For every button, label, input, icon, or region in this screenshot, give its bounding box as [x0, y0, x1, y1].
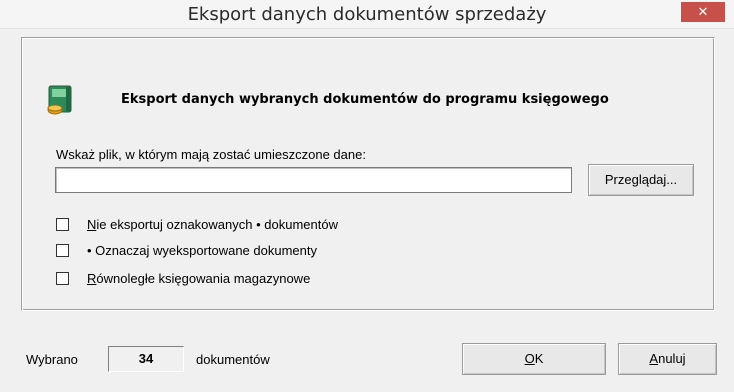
browse-button[interactable]: Przeglądaj...: [588, 164, 694, 196]
export-binder-icon: [47, 85, 72, 115]
checkbox-skip-marked[interactable]: [56, 218, 69, 231]
selected-count-value: 34: [108, 346, 184, 372]
selected-count-suffix: dokumentów: [196, 352, 270, 367]
title-bar: Eksport danych dokumentów sprzedaży ✕: [0, 0, 734, 29]
dialog-heading: Eksport danych wybranych dokumentów do p…: [121, 92, 609, 107]
file-path-label: Wskaż plik, w którym mają zostać umieszc…: [56, 147, 366, 162]
checkbox-parallel-warehouse[interactable]: [56, 272, 69, 285]
option-parallel-warehouse-label: Równoległe księgowania magazynowe: [87, 271, 311, 286]
ok-button[interactable]: OK: [462, 343, 606, 375]
cancel-button[interactable]: Anuluj: [618, 343, 717, 375]
file-path-input[interactable]: [55, 167, 572, 193]
option-skip-marked-label: Nie eksportuj oznakowanych • dokumentów: [87, 217, 338, 232]
window-title: Eksport danych dokumentów sprzedaży: [187, 4, 547, 25]
selected-count-prefix: Wybrano: [26, 352, 78, 367]
checkbox-mark-exported[interactable]: [56, 244, 69, 257]
close-button[interactable]: ✕: [681, 2, 725, 22]
option-mark-exported-label: • Oznaczaj wyeksportowane dokumenty: [87, 243, 317, 258]
export-dialog: Eksport danych dokumentów sprzedaży ✕ Ek…: [0, 0, 734, 392]
